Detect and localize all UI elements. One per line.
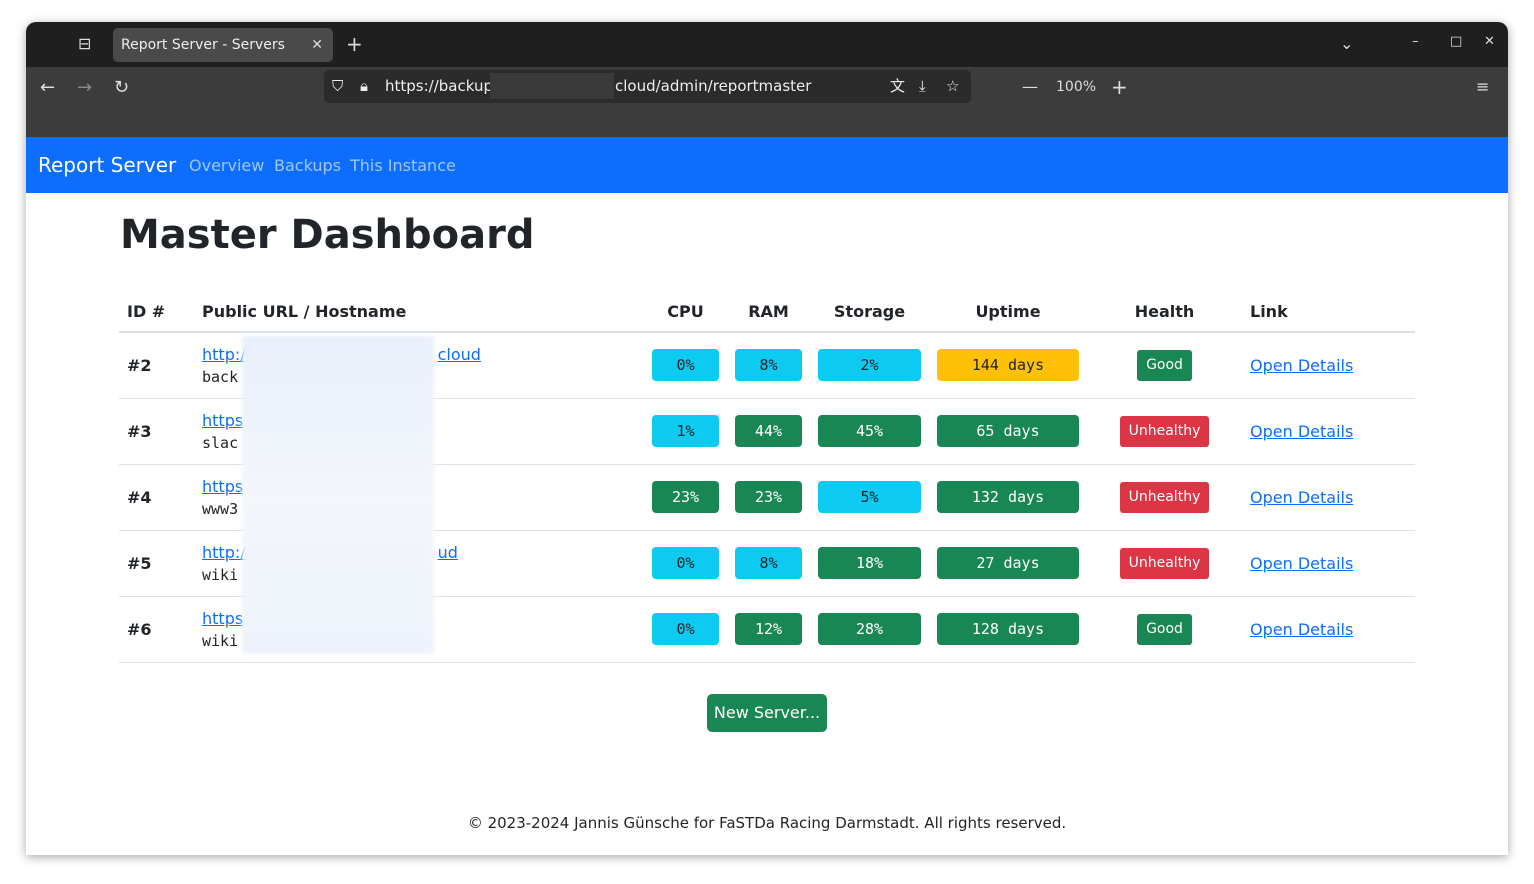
header-uptime: Uptime [929,292,1087,333]
url-bar[interactable]: ⛉ 🔒︎ https://backup cloud/admin/reportma… [324,70,971,103]
health-badge: Good [1137,349,1192,381]
url-end: cloud/admin/reportmaster [615,77,812,95]
browser-tab[interactable]: Report Server - Servers ✕ [113,28,333,62]
cpu-badge: 0% [652,547,719,579]
server-id: #3 [119,398,194,465]
url-start: https [202,410,244,430]
bookmark-star-icon[interactable]: ☆ [946,70,959,103]
zoom-level[interactable]: 100% [1056,79,1096,95]
navbar: Report Server Overview Backups This Inst… [26,137,1508,193]
zoom-out-icon[interactable]: — [1022,77,1038,96]
storage-badge: 5% [818,481,921,513]
cpu-badge: 23% [652,481,719,513]
url-start: http:/ [202,542,246,562]
zoom-in-icon[interactable]: + [1111,75,1128,99]
tab-title: Report Server - Servers [121,37,285,53]
ram-badge: 8% [735,547,802,579]
server-id: #2 [119,332,194,399]
brand[interactable]: Report Server [38,153,176,177]
close-tab-icon[interactable]: ✕ [311,28,323,62]
header-health: Health [1087,292,1242,333]
new-tab-icon[interactable]: + [346,32,363,56]
health-badge: Unhealthy [1119,547,1210,579]
uptime-badge: 128 days [937,613,1079,645]
storage-badge: 18% [818,547,921,579]
url-start: https [202,476,244,496]
health-badge: Good [1137,613,1192,645]
url-start: https [202,608,244,628]
uptime-badge: 144 days [937,349,1079,382]
server-id: #6 [119,596,194,663]
download-icon[interactable]: ⤓ [919,70,926,103]
cpu-badge: 0% [652,613,719,645]
header-url: Public URL / Hostname [194,292,644,333]
open-details-link[interactable]: Open Details [1250,620,1353,639]
header-ram: RAM [727,292,810,333]
new-server-button[interactable]: New Server... [707,694,827,732]
chevron-down-icon[interactable]: ⌄ [1340,34,1353,53]
url-end: cloud [437,344,481,364]
menu-icon[interactable]: ≡ [1476,77,1489,96]
browser-toolbar: ← → ↻ ⛉ 🔒︎ https://backup cloud/admin/re… [26,67,1508,137]
ram-badge: 8% [735,349,802,382]
ram-badge: 23% [735,481,802,513]
reload-icon[interactable]: ↻ [114,77,129,98]
open-details-link[interactable]: Open Details [1250,488,1353,507]
shield-icon: ⛉ [332,77,344,95]
redaction-blur [242,336,434,654]
nav-backups[interactable]: Backups [274,156,341,175]
header-storage: Storage [810,292,929,333]
header-id: ID # [119,292,194,333]
title-bar: ⊟ Report Server - Servers ✕ + ⌄ – □ ✕ [26,22,1508,67]
open-details-link[interactable]: Open Details [1250,422,1353,441]
forward-icon[interactable]: → [77,77,92,98]
url-start: http:/ [202,344,246,364]
nav-this-instance[interactable]: This Instance [350,156,456,175]
server-id: #4 [119,464,194,531]
cpu-badge: 1% [652,415,719,447]
tab-list-icon[interactable]: ⊟ [78,34,91,53]
storage-badge: 45% [818,415,921,447]
maximize-icon[interactable]: □ [1450,34,1462,49]
page-title: Master Dashboard [120,212,535,258]
ram-badge: 12% [735,613,802,645]
url-end: ud [437,542,458,562]
header-cpu: CPU [644,292,727,333]
lock-icon: 🔒︎ [360,77,368,95]
health-badge: Unhealthy [1119,415,1210,447]
footer: © 2023-2024 Jannis Günsche for FaSTDa Ra… [467,814,1067,832]
close-window-icon[interactable]: ✕ [1484,34,1495,49]
minimize-icon[interactable]: – [1412,34,1419,49]
header-link: Link [1242,292,1415,333]
open-details-link[interactable]: Open Details [1250,554,1353,573]
redacted-url [490,73,614,99]
uptime-badge: 65 days [937,415,1079,447]
back-icon[interactable]: ← [40,77,55,98]
storage-badge: 28% [818,613,921,645]
nav-overview[interactable]: Overview [189,156,264,175]
uptime-badge: 132 days [937,481,1079,513]
server-id: #5 [119,530,194,597]
health-badge: Unhealthy [1119,481,1210,513]
ram-badge: 44% [735,415,802,447]
url-start: https://backup [385,77,493,95]
storage-badge: 2% [818,349,921,382]
translate-icon[interactable]: 文 [890,70,905,103]
browser-window: ⊟ Report Server - Servers ✕ + ⌄ – □ ✕ ← … [26,22,1508,855]
uptime-badge: 27 days [937,547,1079,579]
open-details-link[interactable]: Open Details [1250,356,1353,375]
cpu-badge: 0% [652,349,719,382]
